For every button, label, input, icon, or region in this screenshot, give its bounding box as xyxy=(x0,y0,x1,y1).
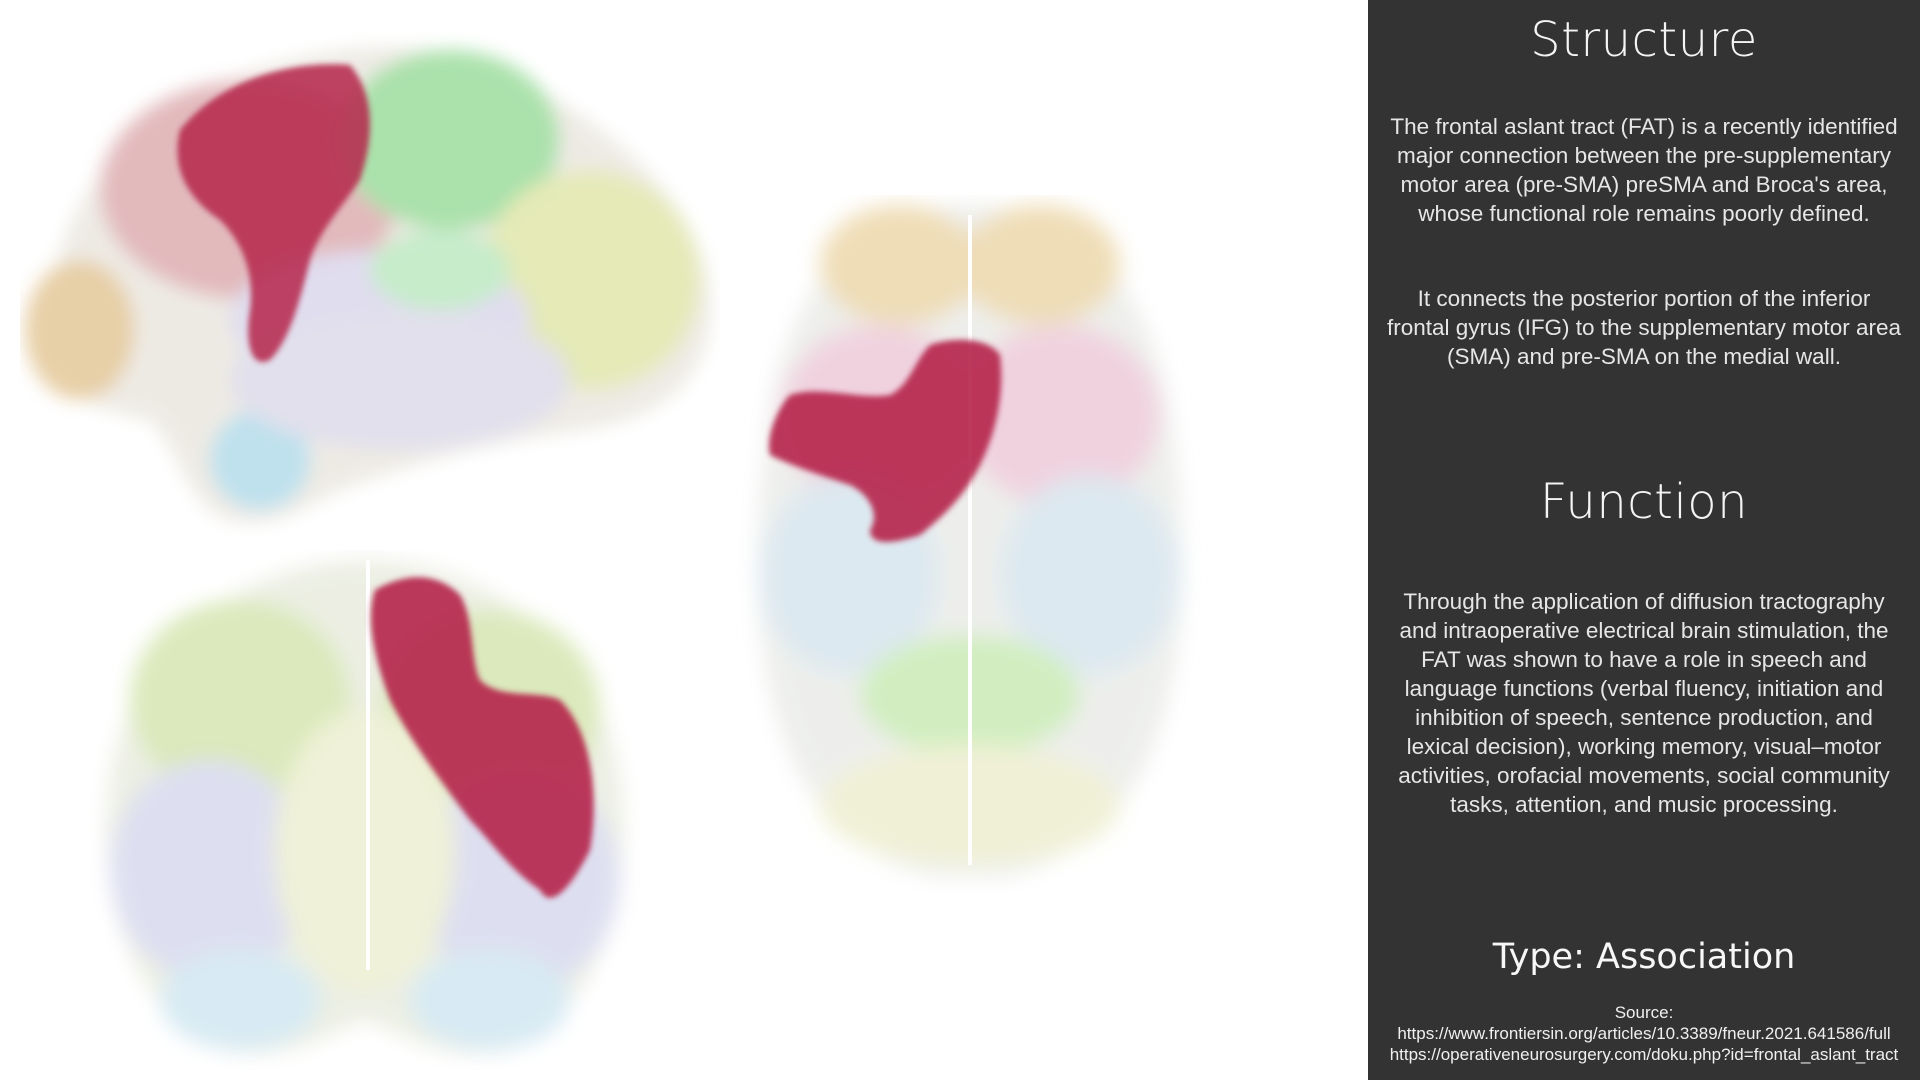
structure-heading: Structure xyxy=(1530,12,1758,68)
structure-paragraph-1: The frontal aslant tract (FAT) is a rece… xyxy=(1390,114,1898,226)
source-label: Source: xyxy=(1614,1003,1674,1022)
coronal-brain-view[interactable] xyxy=(90,550,650,1070)
brain-viewer[interactable] xyxy=(0,0,1368,1080)
sagittal-brain-view[interactable] xyxy=(20,20,720,560)
source-block: Source: https://www.frontiersin.org/arti… xyxy=(1368,1002,1920,1065)
tract-type-label: Type: Association xyxy=(1492,937,1796,977)
function-heading: Function xyxy=(1539,474,1749,530)
info-panel: Structure The frontal aslant tract (FAT)… xyxy=(1368,0,1920,1080)
source-link-frontiersin[interactable]: https://www.frontiersin.org/articles/10.… xyxy=(1368,1023,1920,1044)
axial-brain-view[interactable] xyxy=(730,195,1210,895)
structure-paragraph-2: It connects the posterior portion of the… xyxy=(1387,286,1901,369)
source-link-operativeneurosurgery[interactable]: https://operativeneurosurgery.com/doku.p… xyxy=(1368,1044,1920,1065)
function-paragraph: Through the application of diffusion tra… xyxy=(1398,589,1890,817)
